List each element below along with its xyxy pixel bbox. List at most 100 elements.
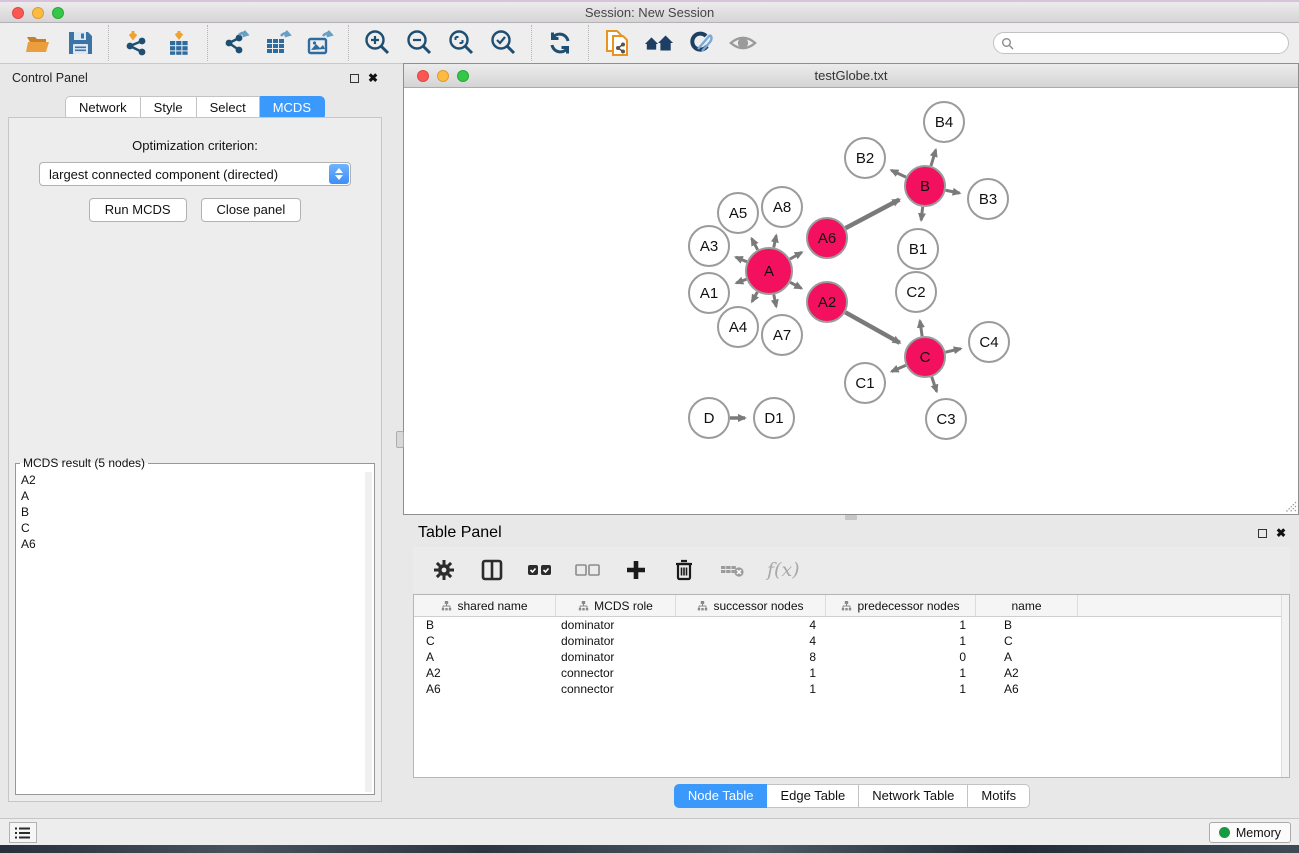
save-session-icon[interactable]: [65, 28, 95, 58]
delete-table-icon[interactable]: [719, 557, 745, 583]
edge-A2-C[interactable]: [845, 312, 899, 343]
table-cell[interactable]: C: [976, 634, 1078, 648]
table-cell[interactable]: 1: [676, 666, 826, 680]
zoom-out-icon[interactable]: [404, 28, 434, 58]
minimize-window-button[interactable]: [32, 7, 44, 19]
table-cell[interactable]: 1: [826, 634, 976, 648]
table-cell[interactable]: B: [976, 618, 1078, 632]
table-row[interactable]: Cdominator41C: [414, 633, 1289, 649]
table-cell[interactable]: connector: [556, 682, 676, 696]
result-item[interactable]: C: [18, 520, 364, 536]
table-cell[interactable]: 4: [676, 634, 826, 648]
table-cell[interactable]: dominator: [556, 634, 676, 648]
close-panel-icon[interactable]: ✖: [368, 72, 378, 84]
search-field[interactable]: [993, 32, 1289, 54]
result-item[interactable]: B: [18, 504, 364, 520]
table-cell[interactable]: 1: [826, 618, 976, 632]
create-column-plus-icon[interactable]: [623, 557, 649, 583]
column-header-successor-nodes[interactable]: successor nodes: [676, 595, 826, 616]
close-window-button[interactable]: [12, 7, 24, 19]
table-cell[interactable]: 1: [826, 666, 976, 680]
edge-A-A5[interactable]: [752, 239, 758, 250]
vertical-scrollbar-thumb[interactable]: [396, 431, 404, 448]
task-history-button[interactable]: [9, 822, 37, 843]
export-network-icon[interactable]: [221, 28, 251, 58]
table-cell[interactable]: A2: [976, 666, 1078, 680]
mcds-result-list[interactable]: A2ABCA6: [18, 472, 364, 792]
tab-node-table[interactable]: Node Table: [674, 784, 768, 808]
column-header-name[interactable]: name: [976, 595, 1078, 616]
stylized-g-icon[interactable]: [686, 28, 716, 58]
zoom-window-button[interactable]: [52, 7, 64, 19]
table-cell[interactable]: A6: [414, 682, 556, 696]
table-cell[interactable]: A: [414, 650, 556, 664]
zoom-in-icon[interactable]: [362, 28, 392, 58]
export-image-icon[interactable]: [305, 28, 335, 58]
edge-A-A7[interactable]: [774, 295, 776, 307]
table-cell[interactable]: B: [414, 618, 556, 632]
edge-B-B2[interactable]: [891, 170, 906, 177]
network-close-button[interactable]: [417, 70, 429, 82]
table-row[interactable]: A2connector11A2: [414, 665, 1289, 681]
duplicate-network-icon[interactable]: [602, 28, 632, 58]
table-cell[interactable]: A6: [976, 682, 1078, 696]
table-cell[interactable]: 4: [676, 618, 826, 632]
table-cell[interactable]: A2: [414, 666, 556, 680]
table-row[interactable]: Bdominator41B: [414, 617, 1289, 633]
edge-C-C2[interactable]: [920, 321, 922, 336]
result-item[interactable]: A: [18, 488, 364, 504]
memory-button[interactable]: Memory: [1209, 822, 1291, 843]
edge-A-A4[interactable]: [752, 292, 757, 302]
function-builder-icon[interactable]: f(x): [767, 559, 800, 581]
result-item[interactable]: A2: [18, 472, 364, 488]
edge-A-A2[interactable]: [790, 282, 801, 288]
edge-A-A1[interactable]: [736, 279, 746, 283]
table-scrollbar[interactable]: [1281, 595, 1289, 777]
tab-edge-table[interactable]: Edge Table: [767, 784, 859, 808]
network-zoom-button[interactable]: [457, 70, 469, 82]
table-cell[interactable]: 1: [676, 682, 826, 696]
result-item[interactable]: A6: [18, 536, 364, 552]
zoom-fit-icon[interactable]: [446, 28, 476, 58]
select-all-columns-icon[interactable]: [527, 557, 553, 583]
tab-motifs[interactable]: Motifs: [968, 784, 1030, 808]
search-input[interactable]: [1018, 34, 1288, 52]
column-header-predecessor-nodes[interactable]: predecessor nodes: [826, 595, 976, 616]
eye-icon[interactable]: [728, 28, 758, 58]
table-row[interactable]: A6connector11A6: [414, 681, 1289, 697]
float-panel-icon[interactable]: [350, 74, 359, 83]
table-row[interactable]: Adominator80A: [414, 649, 1289, 665]
delete-column-trash-icon[interactable]: [671, 557, 697, 583]
edge-A-A6[interactable]: [790, 252, 802, 259]
table-cell[interactable]: 8: [676, 650, 826, 664]
table-cell[interactable]: 0: [826, 650, 976, 664]
edge-B-B1[interactable]: [921, 207, 922, 220]
table-cell[interactable]: connector: [556, 666, 676, 680]
run-mcds-button[interactable]: Run MCDS: [89, 198, 187, 222]
table-cell[interactable]: 1: [826, 682, 976, 696]
resize-grip-icon[interactable]: [1283, 499, 1297, 513]
table-cell[interactable]: A: [976, 650, 1078, 664]
deselect-all-columns-icon[interactable]: [575, 557, 601, 583]
network-window-titlebar[interactable]: testGlobe.txt: [404, 64, 1298, 88]
network-canvas[interactable]: B4B2BB3A8A5A6A3B1AC2A1A2A4A7C4CC1C3DD1: [404, 89, 1298, 514]
open-session-icon[interactable]: [23, 28, 53, 58]
tab-network-table[interactable]: Network Table: [859, 784, 968, 808]
close-panel-button[interactable]: Close panel: [201, 198, 302, 222]
column-header-MCDS-role[interactable]: MCDS role: [556, 595, 676, 616]
table-cell[interactable]: dominator: [556, 618, 676, 632]
import-network-icon[interactable]: [122, 28, 152, 58]
table-settings-gear-icon[interactable]: [431, 557, 457, 583]
float-table-panel-icon[interactable]: [1258, 529, 1267, 538]
table-cell[interactable]: C: [414, 634, 556, 648]
window-titlebar[interactable]: Session: New Session: [0, 2, 1299, 23]
edge-C-C1[interactable]: [892, 365, 906, 371]
export-table-icon[interactable]: [263, 28, 293, 58]
edge-B-B3[interactable]: [946, 190, 960, 193]
zoom-selected-icon[interactable]: [488, 28, 518, 58]
import-table-icon[interactable]: [164, 28, 194, 58]
result-scrollbar[interactable]: [365, 472, 372, 792]
edge-A6-B[interactable]: [846, 200, 900, 229]
network-minimize-button[interactable]: [437, 70, 449, 82]
optimization-criterion-dropdown[interactable]: largest connected component (directed): [39, 162, 351, 186]
